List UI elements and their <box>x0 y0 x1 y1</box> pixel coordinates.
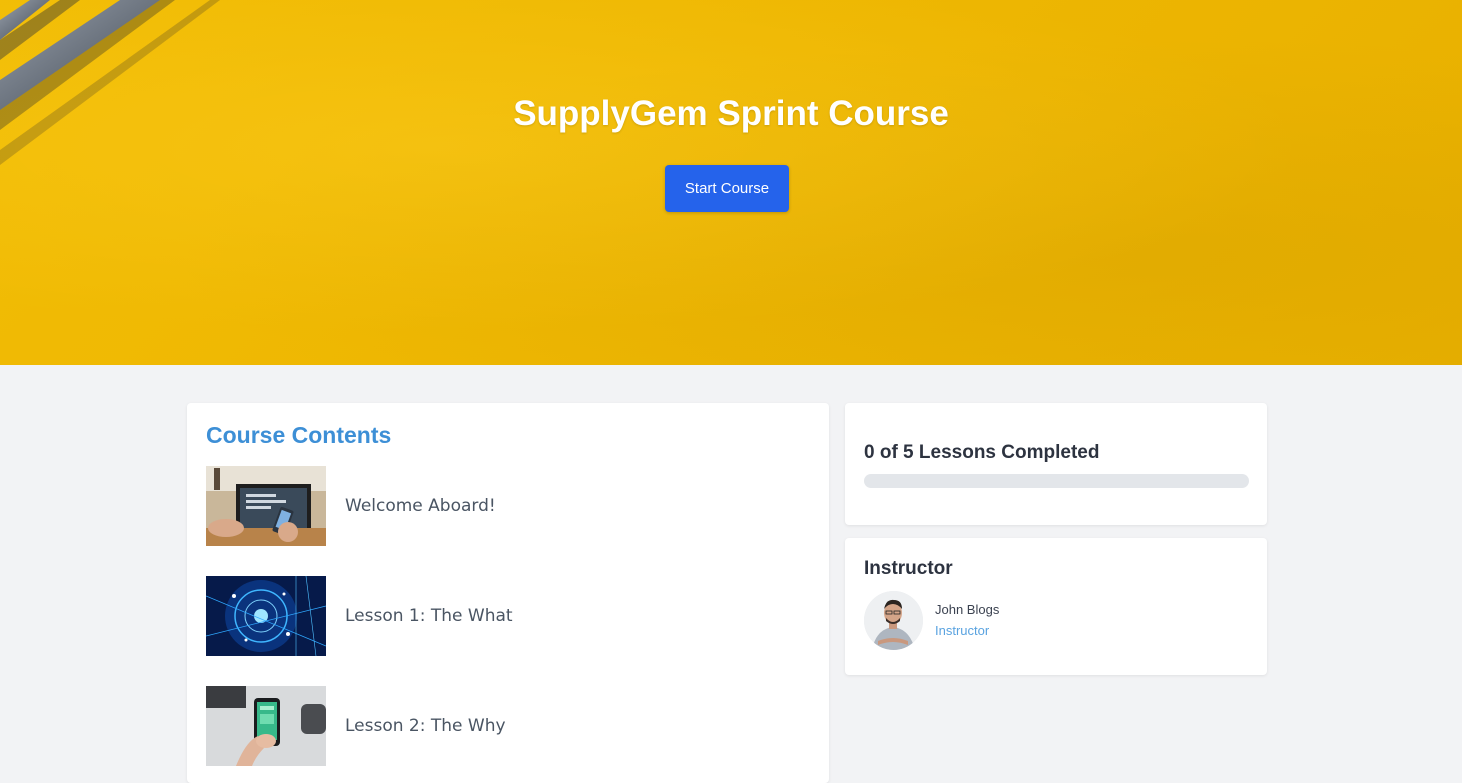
lesson-title: Welcome Aboard! <box>345 496 496 516</box>
laptop-and-phone-photo <box>206 466 326 546</box>
hero-banner: SupplyGem Sprint Course Start Course <box>0 0 1462 365</box>
lessons-completed-label: 0 of 5 Lessons Completed <box>864 442 1100 463</box>
lesson-item-2[interactable]: Lesson 2: The Why <box>206 686 806 766</box>
avatar <box>864 591 923 650</box>
instructor-role: Instructor <box>935 623 990 638</box>
digital-network-photo <box>206 576 326 656</box>
course-contents-card: Course Contents Welcome Aboard! Lesson 1… <box>187 403 829 783</box>
lesson-title: Lesson 2: The Why <box>345 716 506 736</box>
instructor-name: John Blogs <box>935 602 1000 617</box>
hand-holding-phone-photo <box>206 686 326 766</box>
instructor-photo <box>864 591 923 650</box>
start-course-button[interactable]: Start Course <box>665 165 789 212</box>
course-title: SupplyGem Sprint Course <box>513 94 949 133</box>
instructor-heading: Instructor <box>864 558 953 579</box>
lesson-title: Lesson 1: The What <box>345 606 513 626</box>
lesson-item-1[interactable]: Lesson 1: The What <box>206 576 806 656</box>
course-contents-heading: Course Contents <box>206 422 392 448</box>
progress-card: 0 of 5 Lessons Completed <box>845 403 1267 525</box>
progress-bar <box>864 474 1249 488</box>
lesson-item-welcome[interactable]: Welcome Aboard! <box>206 466 806 546</box>
instructor-card: Instructor John Blogs Instructor <box>845 538 1267 675</box>
